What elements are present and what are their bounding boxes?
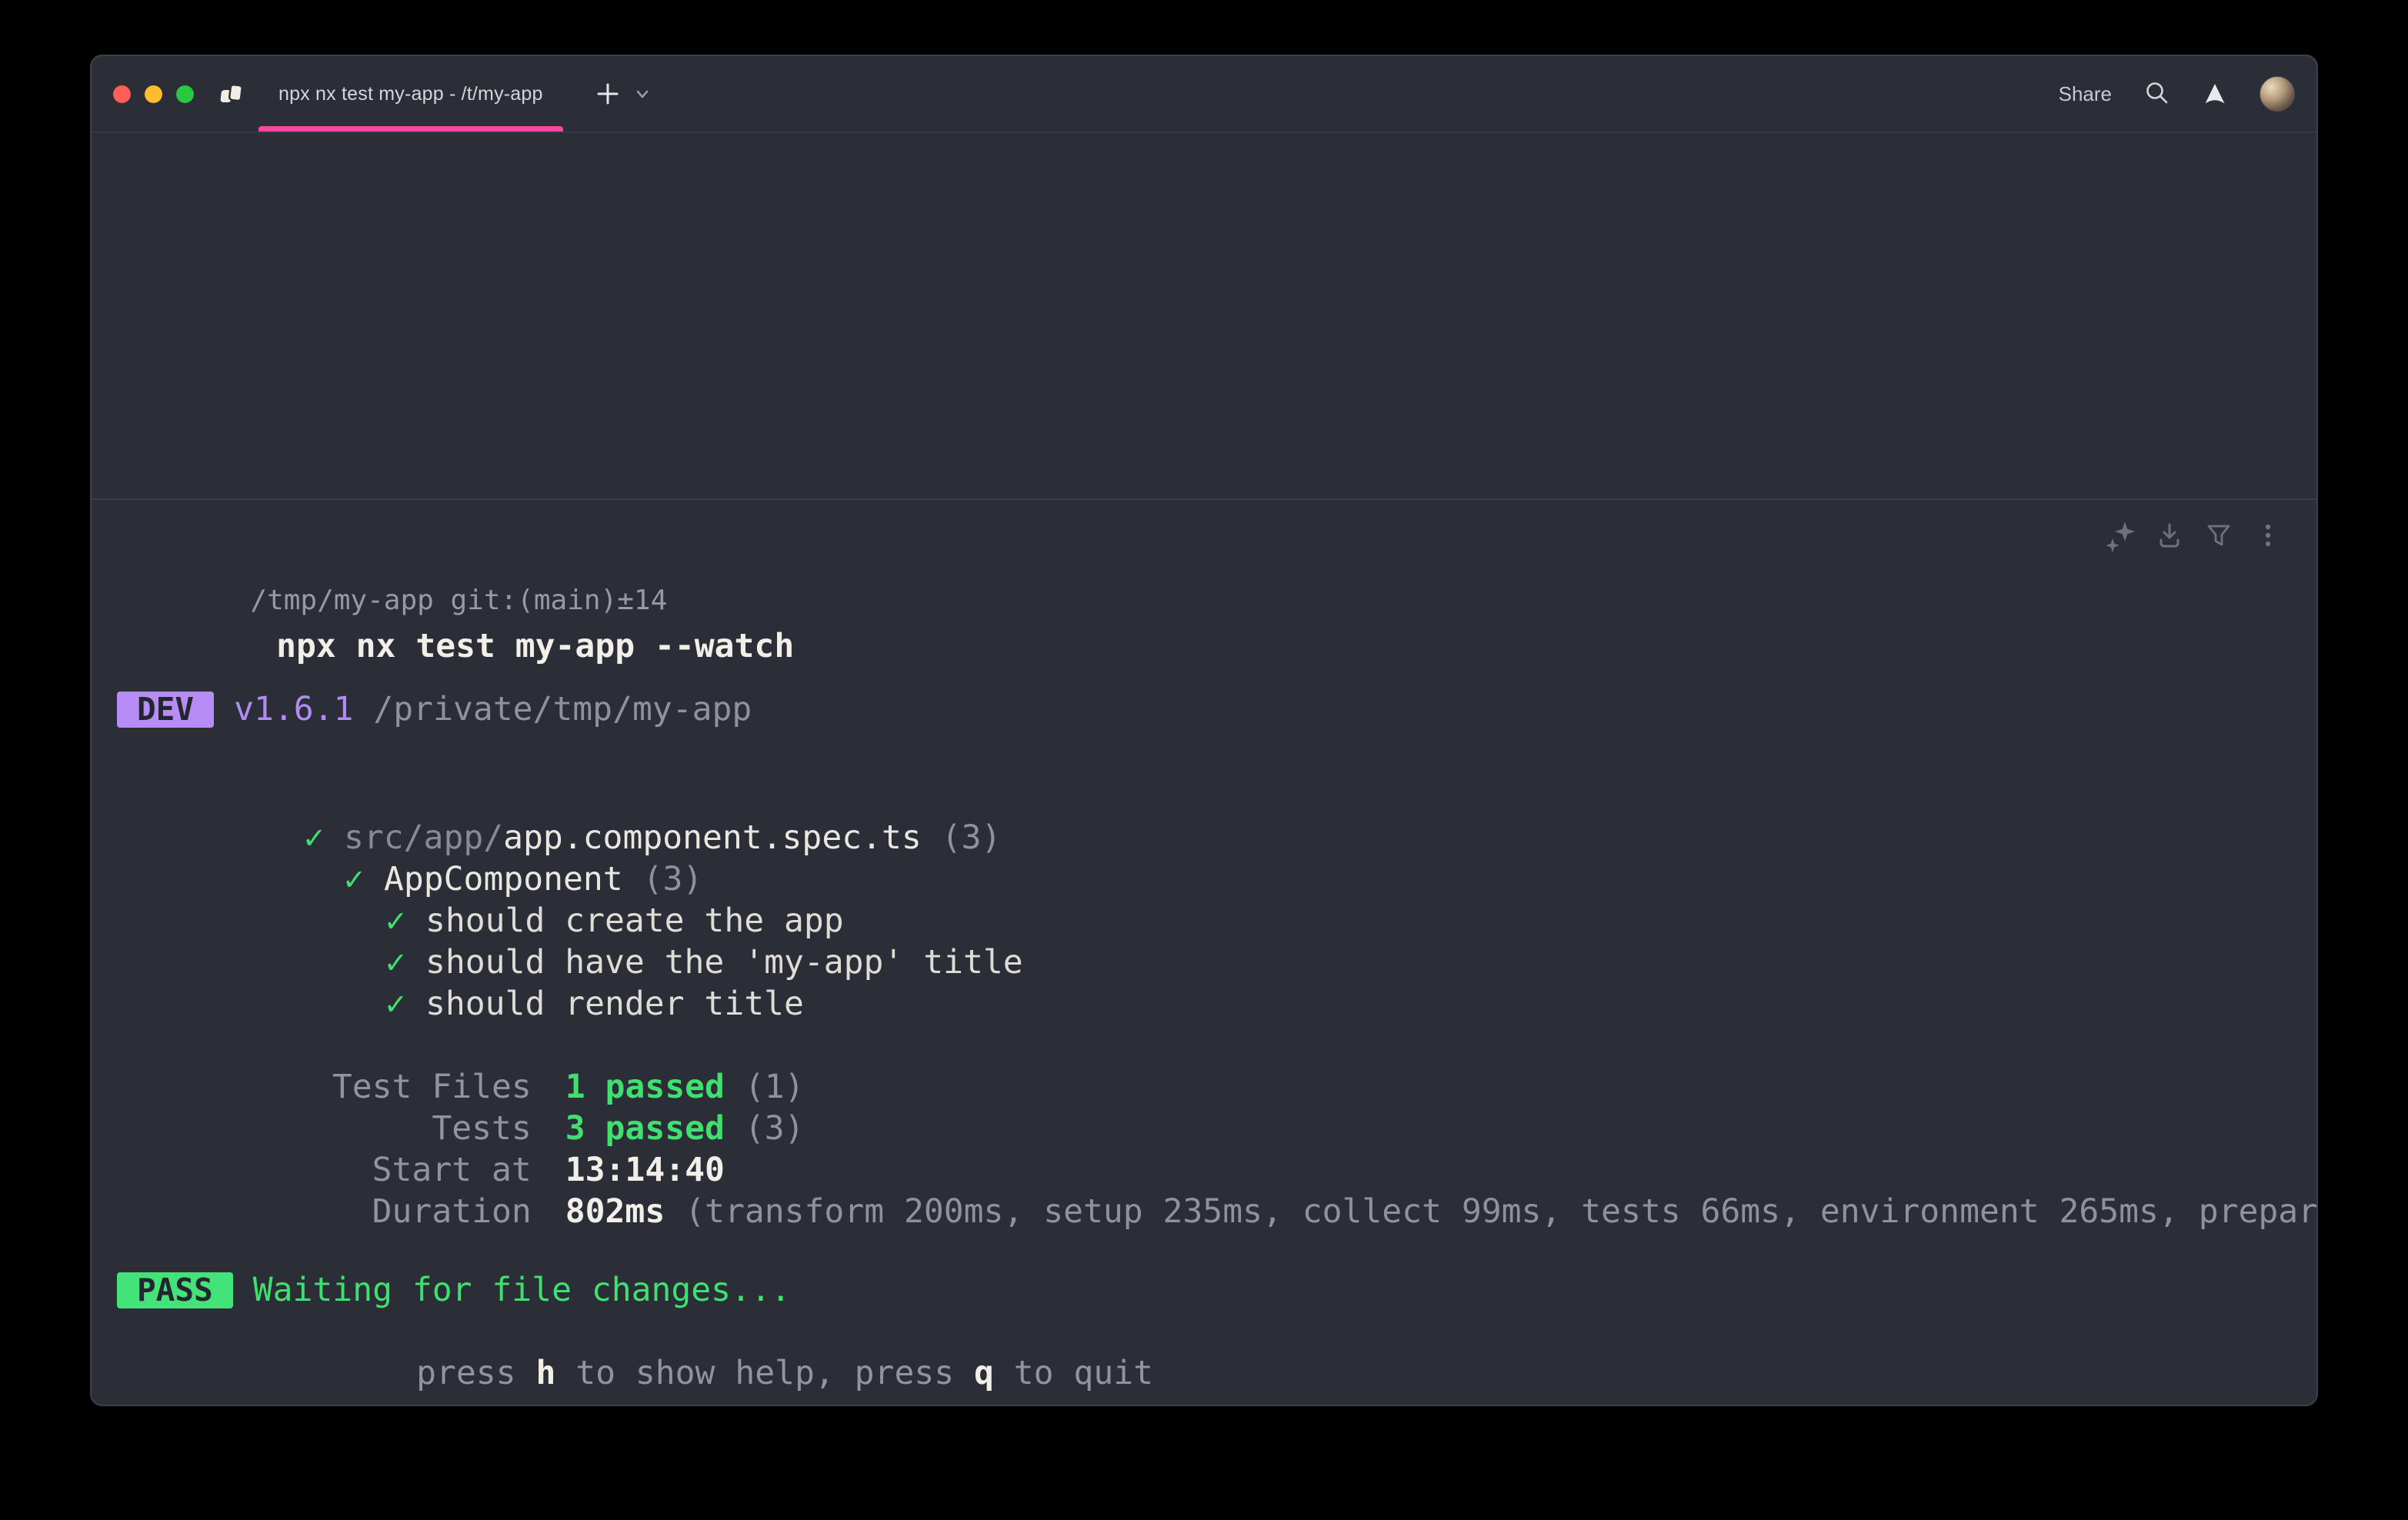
chevron-down-icon	[634, 85, 651, 102]
test-file-line: ✓src/app/app.component.spec.ts(3)	[117, 775, 2286, 817]
share-button[interactable]: Share	[2059, 82, 2112, 106]
command-block: /tmp/my-app git:(main)±14 npx nx test my…	[92, 500, 2316, 1352]
ai-actions-button[interactable]	[2103, 518, 2138, 554]
summary-row-test-files: Test Files1 passed(1)	[133, 1025, 2286, 1066]
kebab-menu-icon	[2253, 519, 2283, 553]
active-tab-indicator	[258, 126, 563, 132]
tab-title: npx nx test my-app - /t/my-app	[278, 83, 543, 105]
summary-value: 13:14:40	[565, 1151, 725, 1189]
search-button[interactable]	[2144, 81, 2170, 107]
test-case-name: should have the 'my-app' title	[425, 943, 1023, 982]
summary-value: 3 passed	[565, 1109, 725, 1148]
maximize-window-button[interactable]	[176, 85, 194, 103]
help-text: press	[416, 1354, 535, 1392]
filter-output-button[interactable]	[2201, 518, 2236, 554]
watch-help-line: press h to show help, press q to quit	[117, 1311, 2286, 1352]
prompt-line: /tmp/my-app git:(main)±14	[117, 538, 2286, 580]
test-file-count: (3)	[942, 818, 1002, 857]
terminal-output: /tmp/my-app git:(main)±14 npx nx test my…	[92, 500, 2316, 1352]
user-avatar[interactable]	[2260, 76, 2295, 112]
test-case-name: should create the app	[425, 902, 844, 940]
summary-label: Start at	[332, 1149, 532, 1191]
dev-status-line: DEV v1.6.1 /private/tmp/my-app	[117, 688, 2286, 730]
titlebar: npx nx test my-app - /t/my-app Share	[92, 56, 2316, 133]
check-icon: ✓	[304, 818, 324, 857]
terminal-window: npx nx test my-app - /t/my-app Share	[90, 55, 2318, 1406]
close-window-button[interactable]	[113, 85, 131, 103]
summary-label: Test Files	[332, 1066, 532, 1108]
project-path: /private/tmp/my-app	[373, 688, 752, 730]
check-icon: ✓	[385, 902, 405, 940]
watch-message: Waiting for file changes...	[253, 1269, 791, 1311]
vitest-version: v1.6.1	[234, 688, 353, 730]
block-toolbar	[2103, 518, 2286, 554]
test-file-dir: src/app/	[344, 818, 503, 857]
help-key-q: q	[974, 1354, 994, 1392]
tab-active[interactable]: npx nx test my-app - /t/my-app	[220, 56, 543, 132]
help-text: to quit	[994, 1354, 1153, 1392]
command-text: npx nx test my-app --watch	[276, 627, 794, 665]
terminal-scrollback	[92, 133, 2316, 500]
dev-badge: DEV	[117, 692, 214, 728]
pass-status-line: PASS Waiting for file changes...	[117, 1269, 2286, 1311]
tab-blocks-icon	[220, 82, 245, 105]
summary-label: Tests	[332, 1108, 532, 1149]
sparkles-icon	[2104, 518, 2136, 554]
tab-list-chevron-button[interactable]	[634, 85, 651, 102]
run-summary: Test Files1 passed(1) Tests3 passed(3) S…	[133, 1025, 2286, 1191]
prompt-path: /tmp/my-app git:(main)±14	[250, 585, 667, 616]
check-icon: ✓	[385, 985, 405, 1023]
summary-value: 802ms	[565, 1192, 665, 1231]
new-tab-button[interactable]	[594, 80, 622, 108]
pass-badge: PASS	[117, 1272, 233, 1308]
download-output-button[interactable]	[2152, 518, 2187, 554]
summary-extra: (3)	[745, 1109, 805, 1148]
warp-logo-icon	[2203, 82, 2227, 105]
block-more-options-button[interactable]	[2250, 518, 2286, 554]
help-text: to show help, press	[555, 1354, 974, 1392]
help-key-h: h	[535, 1354, 555, 1392]
test-file-name: app.component.spec.ts	[503, 818, 922, 857]
summary-extra: (1)	[745, 1068, 805, 1106]
summary-label: Duration	[332, 1191, 532, 1232]
filter-funnel-icon	[2203, 519, 2234, 553]
minimize-window-button[interactable]	[145, 85, 162, 103]
download-icon	[2154, 519, 2185, 553]
summary-value: 1 passed	[565, 1068, 725, 1106]
summary-extra: (transform 200ms, setup 235ms, collect 9…	[685, 1192, 2318, 1231]
test-suite-name: AppComponent	[384, 860, 623, 898]
check-icon: ✓	[344, 860, 364, 898]
plus-icon	[594, 80, 622, 108]
titlebar-actions: Share	[2059, 76, 2295, 112]
search-icon	[2144, 81, 2170, 107]
check-icon: ✓	[385, 943, 405, 982]
test-case-name: should render title	[425, 985, 804, 1023]
test-suite-count: (3)	[643, 860, 703, 898]
window-controls	[113, 85, 194, 103]
